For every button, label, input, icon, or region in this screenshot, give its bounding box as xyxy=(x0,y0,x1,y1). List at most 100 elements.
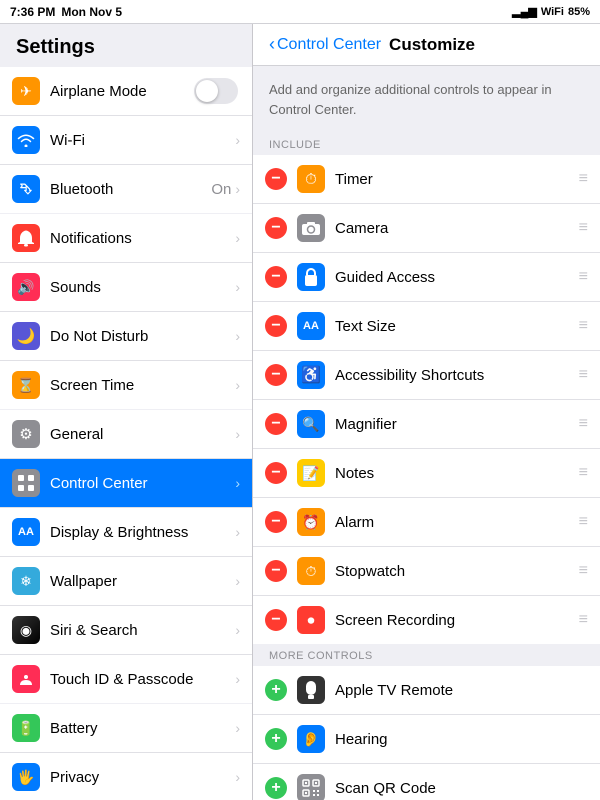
sidebar-item-touchid[interactable]: Touch ID & Passcode › xyxy=(0,655,252,703)
battery-chevron: › xyxy=(235,720,240,736)
more-header: MORE CONTROLS xyxy=(253,644,600,666)
sidebar-item-general[interactable]: ⚙ General › xyxy=(0,410,252,459)
back-label: Control Center xyxy=(277,36,381,54)
control-item-hearing[interactable]: + 👂 Hearing xyxy=(253,715,600,764)
timer-drag-handle[interactable]: ≡ xyxy=(579,170,588,188)
remove-guidedaccess-button[interactable]: − xyxy=(265,266,287,288)
control-item-stopwatch[interactable]: − ⏱ Stopwatch ≡ xyxy=(253,547,600,596)
control-item-camera[interactable]: − Camera ≡ xyxy=(253,204,600,253)
hearing-label: Hearing xyxy=(335,731,588,748)
dnd-icon: 🌙 xyxy=(12,322,40,350)
remove-camera-button[interactable]: − xyxy=(265,217,287,239)
control-item-textsize[interactable]: − AA Text Size ≡ xyxy=(253,302,600,351)
textsize-label: Text Size xyxy=(335,318,575,335)
remove-notes-button[interactable]: − xyxy=(265,462,287,484)
sidebar-item-wallpaper[interactable]: ❄ Wallpaper › xyxy=(0,557,252,606)
remove-stopwatch-button[interactable]: − xyxy=(265,560,287,582)
airplane-toggle[interactable] xyxy=(194,78,238,104)
sidebar-item-privacy[interactable]: 🖐 Privacy › xyxy=(0,753,252,800)
status-date: Mon Nov 5 xyxy=(61,5,122,19)
sidebar-item-dnd[interactable]: 🌙 Do Not Disturb › xyxy=(0,312,252,361)
remove-timer-button[interactable]: − xyxy=(265,168,287,190)
timer-label: Timer xyxy=(335,171,575,188)
display-chevron: › xyxy=(235,524,240,540)
display-label: Display & Brightness xyxy=(50,524,235,541)
textsize-drag-handle[interactable]: ≡ xyxy=(579,317,588,335)
timer-icon: ⏱ xyxy=(297,165,325,193)
bluetooth-value: On xyxy=(211,181,231,198)
controlcenter-chevron: › xyxy=(235,475,240,491)
remove-screenrecording-button[interactable]: − xyxy=(265,609,287,631)
bluetooth-chevron: › xyxy=(235,181,240,197)
back-chevron-icon: ‹ xyxy=(269,34,275,55)
add-hearing-button[interactable]: + xyxy=(265,728,287,750)
touchid-label: Touch ID & Passcode xyxy=(50,671,235,688)
notifications-chevron: › xyxy=(235,230,240,246)
stopwatch-drag-handle[interactable]: ≡ xyxy=(579,562,588,580)
alarm-drag-handle[interactable]: ≡ xyxy=(579,513,588,531)
left-panel: Settings ✈ Airplane Mode Wi-Fi xyxy=(0,24,253,800)
sidebar-item-screentime[interactable]: ⌛ Screen Time › xyxy=(0,361,252,409)
remove-textsize-button[interactable]: − xyxy=(265,315,287,337)
status-left: 7:36 PM Mon Nov 5 xyxy=(10,5,122,19)
remove-alarm-button[interactable]: − xyxy=(265,511,287,533)
control-item-magnifier[interactable]: − 🔍 Magnifier ≡ xyxy=(253,400,600,449)
control-item-screenrecording[interactable]: − ⏺ Screen Recording ≡ xyxy=(253,596,600,644)
battery-status: 85% xyxy=(568,6,590,18)
remove-accessibility-button[interactable]: − xyxy=(265,364,287,386)
touchid-chevron: › xyxy=(235,671,240,687)
notes-label: Notes xyxy=(335,465,575,482)
sidebar-item-sounds[interactable]: 🔊 Sounds › xyxy=(0,263,252,312)
textsize-icon: AA xyxy=(297,312,325,340)
remove-magnifier-button[interactable]: − xyxy=(265,413,287,435)
accessibility-drag-handle[interactable]: ≡ xyxy=(579,366,588,384)
airplane-label: Airplane Mode xyxy=(50,83,194,100)
sidebar-item-bluetooth[interactable]: ⮷ Bluetooth On › xyxy=(0,165,252,213)
control-item-accessibility[interactable]: − ♿ Accessibility Shortcuts ≡ xyxy=(253,351,600,400)
include-header: INCLUDE xyxy=(253,133,600,155)
display-icon: AA xyxy=(12,518,40,546)
main-layout: Settings ✈ Airplane Mode Wi-Fi xyxy=(0,24,600,800)
privacy-icon: 🖐 xyxy=(12,763,40,791)
camera-drag-handle[interactable]: ≡ xyxy=(579,219,588,237)
sidebar-item-siri[interactable]: ◉ Siri & Search › xyxy=(0,606,252,655)
notes-drag-handle[interactable]: ≡ xyxy=(579,464,588,482)
status-right: ▂▄▆ WiFi 85% xyxy=(512,5,590,18)
sidebar-item-controlcenter[interactable]: Control Center › xyxy=(0,459,252,508)
signal-icon: ▂▄▆ xyxy=(512,5,537,18)
alerts-group: Notifications › 🔊 Sounds › 🌙 Do Not Dist… xyxy=(0,214,252,409)
guidedaccess-drag-handle[interactable]: ≡ xyxy=(579,268,588,286)
control-item-guidedaccess[interactable]: − Guided Access ≡ xyxy=(253,253,600,302)
right-panel: ‹ Control Center Customize Add and organ… xyxy=(253,24,600,800)
control-item-notes[interactable]: − 📝 Notes ≡ xyxy=(253,449,600,498)
control-item-scanqr[interactable]: + Scan QR Code xyxy=(253,764,600,800)
back-button[interactable]: ‹ Control Center xyxy=(269,34,381,55)
wallpaper-icon: ❄ xyxy=(12,567,40,595)
sidebar-item-airplane[interactable]: ✈ Airplane Mode xyxy=(0,67,252,116)
control-item-appletv[interactable]: + Apple TV Remote xyxy=(253,666,600,715)
touchid-icon xyxy=(12,665,40,693)
magnifier-icon: 🔍 xyxy=(297,410,325,438)
wifi-icon xyxy=(12,126,40,154)
accessibility-label: Accessibility Shortcuts xyxy=(335,367,575,384)
wallpaper-chevron: › xyxy=(235,573,240,589)
guidedaccess-label: Guided Access xyxy=(335,269,575,286)
wifi-status-icon: WiFi xyxy=(541,6,564,18)
notes-icon: 📝 xyxy=(297,459,325,487)
sounds-icon: 🔊 xyxy=(12,273,40,301)
screentime-label: Screen Time xyxy=(50,377,235,394)
sidebar-item-notifications[interactable]: Notifications › xyxy=(0,214,252,263)
add-appletv-button[interactable]: + xyxy=(265,679,287,701)
sidebar-item-battery[interactable]: 🔋 Battery › xyxy=(0,704,252,753)
magnifier-drag-handle[interactable]: ≡ xyxy=(579,415,588,433)
add-scanqr-button[interactable]: + xyxy=(265,777,287,799)
bluetooth-label: Bluetooth xyxy=(50,181,211,198)
sidebar-item-display[interactable]: AA Display & Brightness › xyxy=(0,508,252,557)
airplane-icon: ✈ xyxy=(12,77,40,105)
control-item-alarm[interactable]: − ⏰ Alarm ≡ xyxy=(253,498,600,547)
screenrecording-drag-handle[interactable]: ≡ xyxy=(579,611,588,629)
wifi-label: Wi-Fi xyxy=(50,132,235,149)
sidebar-item-wifi[interactable]: Wi-Fi › xyxy=(0,116,252,165)
control-item-timer[interactable]: − ⏱ Timer ≡ xyxy=(253,155,600,204)
privacy-group: 🔋 Battery › 🖐 Privacy › xyxy=(0,704,252,800)
